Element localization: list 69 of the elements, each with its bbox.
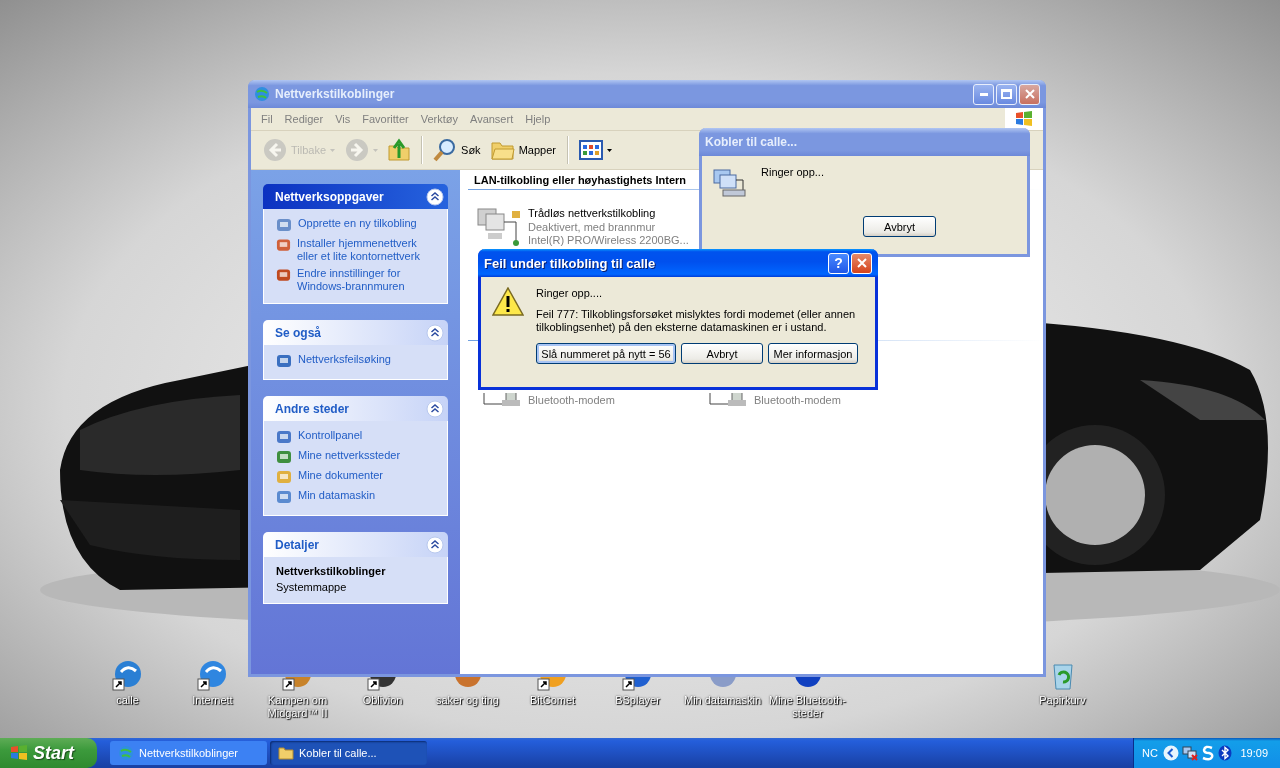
connection-detail: Deaktivert, med brannmur: [528, 220, 657, 234]
connection-detail: Bluetooth-modem: [528, 393, 615, 406]
details-type: Systemmappe: [276, 581, 348, 593]
task-link[interactable]: Installer hjemmenettverk eller et lite kontornettverk: [297, 237, 437, 263]
folders-icon: [490, 139, 515, 161]
task-pane-header[interactable]: Nettverksoppgaver: [263, 184, 448, 209]
task-pane-header[interactable]: Se også: [263, 320, 448, 345]
start-button[interactable]: Start: [0, 738, 97, 768]
task-pane-title[interactable]: Se også: [275, 325, 322, 340]
close-icon: [1024, 89, 1035, 99]
maximize-icon: [1001, 89, 1012, 99]
desktop-icon-label[interactable]: saker og ting: [436, 694, 499, 707]
dialog-status: Ringer opp...: [761, 166, 824, 180]
caret-icon: [373, 148, 379, 152]
caret-icon: [606, 148, 612, 152]
task-link[interactable]: Nettverksfeilsøking: [298, 353, 391, 366]
task-link[interactable]: Mine dokumenter: [298, 469, 383, 482]
wireless-connection-icon: [476, 207, 522, 247]
dialog-button[interactable]: Mer informasjon: [768, 343, 858, 364]
window-title: Nettverkstilkoblinger: [275, 87, 395, 101]
collapse-button[interactable]: [426, 535, 444, 554]
task-pane-title[interactable]: Detaljer: [275, 537, 320, 552]
task-link[interactable]: Opprette en ny tilkobling: [298, 217, 417, 230]
close-icon: [856, 258, 867, 268]
dialog-button[interactable]: Avbryt: [681, 343, 763, 364]
expand-button[interactable]: [1162, 745, 1179, 761]
task-pane-header[interactable]: Andre steder: [263, 396, 448, 421]
taskbar-button[interactable]: Nettverkstilkoblinger: [110, 741, 267, 765]
clock: 19:09: [1240, 747, 1268, 759]
dial-up-icon: [713, 166, 747, 198]
task-pane-header[interactable]: Detaljer: [263, 532, 448, 557]
desktop-icon-label[interactable]: BSplayer: [615, 694, 660, 707]
windows-logo-icon: [10, 745, 28, 761]
collapse-button[interactable]: [426, 187, 444, 206]
dialog-title: Feil under tilkobling til calle: [484, 255, 656, 271]
network-globe-icon: [254, 86, 270, 102]
windows-logo-icon: [1005, 108, 1043, 130]
network-globe-icon: [118, 745, 134, 761]
caret-icon: [330, 148, 336, 152]
task-link[interactable]: Mine nettverkssteder: [298, 449, 401, 462]
task-pane-title[interactable]: Andre steder: [275, 401, 350, 416]
task-link[interactable]: Min datamaskin: [298, 489, 376, 502]
desktop-icon-label[interactable]: BitComet: [529, 694, 576, 707]
connection-detail: Bluetooth-modem: [754, 393, 841, 406]
task-link[interactable]: Kontrollpanel: [298, 429, 363, 442]
desktop-icon-label[interactable]: Min datamaskin: [683, 694, 761, 707]
desktop-icon-label[interactable]: Oblivion: [362, 694, 403, 707]
views-icon: [578, 140, 603, 160]
connection-detail: Intel(R) PRO/Wireless 2200BG...: [528, 234, 689, 248]
task-pane-title[interactable]: Nettverksoppgaver: [275, 189, 384, 204]
search-icon: [433, 138, 458, 162]
collapse-button[interactable]: [426, 323, 444, 342]
desktop-icon-label[interactable]: Kampen om Midgard™ II: [255, 694, 340, 720]
minimize-icon: [979, 92, 988, 96]
language-indicator[interactable]: NC: [1142, 747, 1158, 759]
dialog-button[interactable]: Slå nummeret på nytt = 56: [536, 343, 676, 364]
up-folder-icon: [388, 138, 411, 162]
globe-icon[interactable]: [196, 659, 229, 691]
globe-icon[interactable]: [111, 659, 144, 691]
dialog-status: Ringer opp....: [536, 287, 604, 299]
error-message: Feil 777: Tilkoblingsforsøket mislyktes fordi modemet (eller annen tilkoblingsenhet) på den eksterne datamaskinen er i ustand.: [536, 308, 857, 334]
desktop-icon-label[interactable]: Mine Bluetooth-steder: [765, 694, 850, 720]
warning-icon: [492, 287, 524, 317]
task-link[interactable]: Endre innstillinger for Windows-brannmuren: [297, 267, 437, 293]
dialog-title: Kobler til calle...: [705, 135, 798, 149]
help-button[interactable]: ?: [828, 252, 849, 274]
collapse-button[interactable]: [426, 399, 444, 418]
details-name: Nettverkstilkoblinger: [276, 565, 387, 577]
taskbar-button[interactable]: Kobler til calle...: [270, 741, 427, 765]
